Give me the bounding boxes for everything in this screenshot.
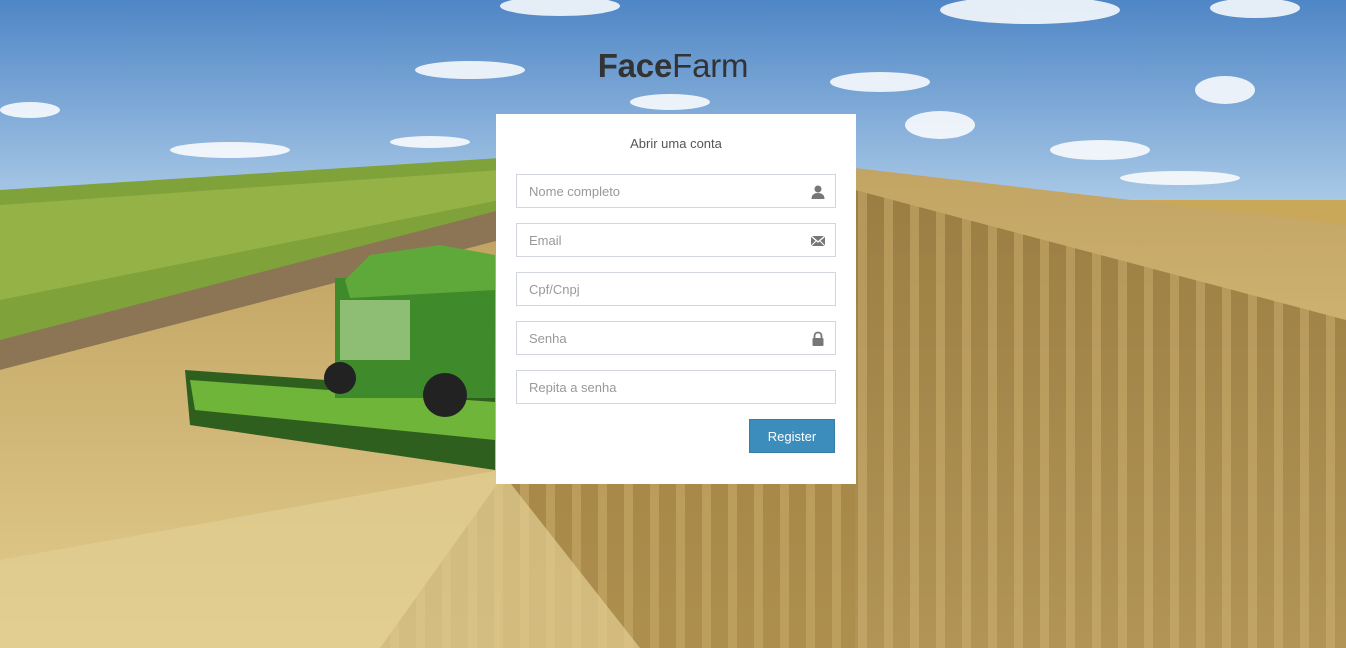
password-field — [516, 321, 836, 355]
repeat-password-field — [516, 370, 836, 404]
brand-name-bold: Face — [597, 47, 673, 84]
email-field — [516, 223, 836, 257]
user-icon — [811, 185, 825, 199]
brand-logo: FaceFarm — [0, 44, 1346, 88]
password-input[interactable] — [517, 322, 807, 354]
repeat-password-input[interactable] — [517, 371, 807, 403]
brand-name-light: Farm — [672, 47, 749, 84]
full-name-input[interactable] — [517, 175, 807, 207]
full-name-field — [516, 174, 836, 208]
form-title: Abrir uma conta — [630, 136, 722, 151]
cpf-cnpj-input[interactable] — [517, 273, 807, 305]
register-card: Abrir uma conta Nome completo Email Cpf/… — [496, 114, 856, 484]
email-input[interactable] — [517, 224, 807, 256]
cpf-cnpj-field — [516, 272, 836, 306]
lock-icon — [812, 331, 824, 346]
envelope-icon — [810, 235, 826, 247]
register-button[interactable]: Register — [749, 419, 835, 453]
login-page: FaceFarm Abrir uma conta Nome completo E… — [0, 0, 1346, 648]
